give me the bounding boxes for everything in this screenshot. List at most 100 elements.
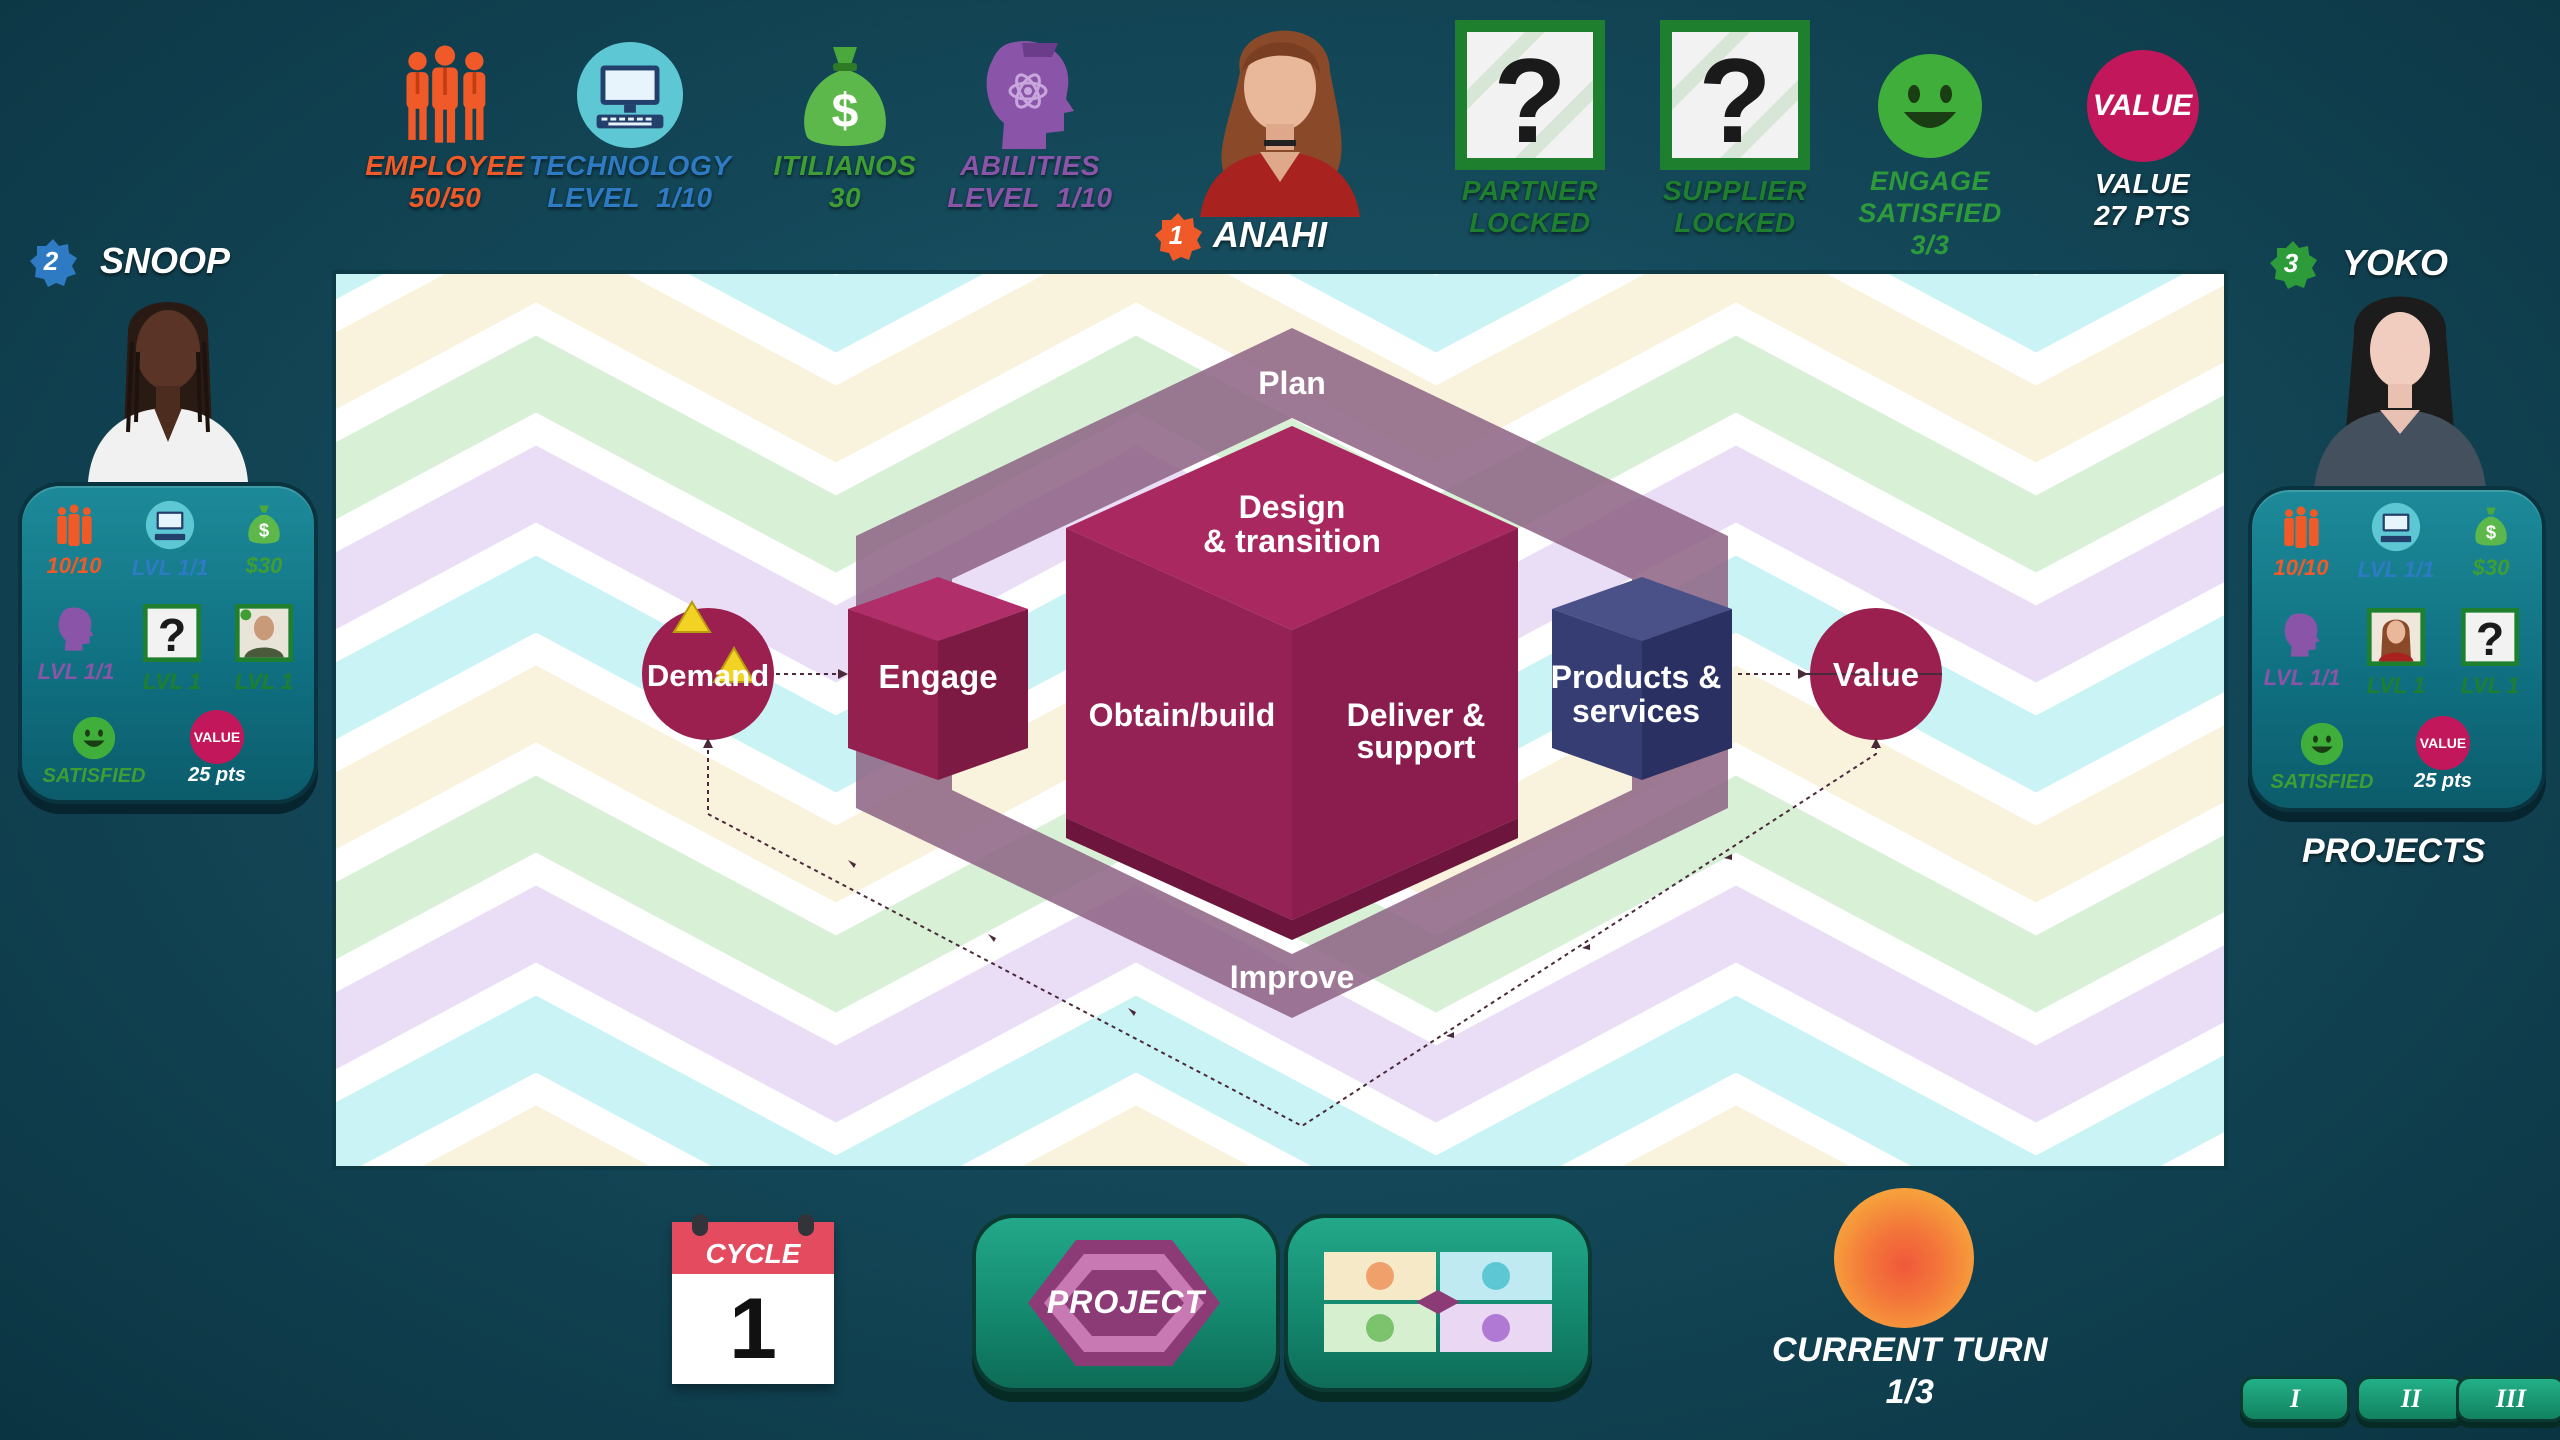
current-player: 1 ANAHI <box>1153 212 1327 261</box>
right-abilities-value: LVL 1/1 <box>2263 665 2341 690</box>
board-map-button[interactable] <box>1284 1214 1592 1392</box>
money-bag-icon: $ <box>790 40 900 150</box>
right-player-avatar <box>2300 284 2500 488</box>
computer-icon <box>145 500 195 550</box>
right-engage-value: SATISFIED <box>2270 771 2374 793</box>
phase-button-2[interactable]: II <box>2356 1376 2466 1422</box>
partner-locked-icon: ? <box>1455 20 1605 175</box>
plan-label: Plan <box>1258 365 1326 401</box>
products-label-line1: Products & <box>1551 659 1722 695</box>
left-player-number: 2 <box>43 245 59 276</box>
value-icon-text: VALUE <box>2092 89 2193 122</box>
right-supplier-value: LVL 1 <box>2460 673 2520 698</box>
right-abilities-cell: LVL 1/1 <box>2262 610 2342 691</box>
project-button[interactable]: PROJECT <box>972 1214 1280 1392</box>
current-turn-value: 1/3 <box>1885 1373 1935 1411</box>
value-icon: VALUE <box>2086 50 2199 162</box>
left-engage-value: SATISFIED <box>42 765 146 787</box>
project-button-label: PROJECT <box>1046 1284 1206 1320</box>
left-technology-cell: LVL 1/1 <box>128 500 212 581</box>
value-icon: VALUE <box>190 710 244 764</box>
left-money-value: $30 <box>245 553 283 578</box>
current-player-badge: 1 <box>1153 212 1202 261</box>
partner-value: LOCKED <box>1469 207 1591 238</box>
partner-avatar-icon <box>2367 608 2425 666</box>
itilianos-value: 30 <box>828 182 862 213</box>
design-label-line1: Design <box>1239 489 1346 525</box>
left-value-icon-text: VALUE <box>193 729 241 745</box>
computer-icon <box>2371 502 2421 552</box>
phase-button-1[interactable]: I <box>2240 1376 2350 1422</box>
value-stat: VALUE VALUE 27 PTS <box>2060 50 2225 232</box>
right-player-name: YOKO <box>2342 242 2449 283</box>
left-partner-cell[interactable]: ? LVL 1 <box>140 602 204 695</box>
svg-text:$: $ <box>259 519 269 540</box>
svg-text:?: ? <box>2476 613 2504 665</box>
right-money-value: $30 <box>2472 555 2510 580</box>
money-bag-icon: $ <box>2475 507 2507 546</box>
left-value-cell: VALUE 25 pts <box>172 710 262 787</box>
obtain-build-label: Obtain/build <box>1089 697 1276 733</box>
employees-icon <box>2284 506 2319 548</box>
right-value-points: 25 pts <box>2414 770 2472 792</box>
left-player-card[interactable]: 10/10 LVL 1/1 $ $30 LVL 1/1 ? LVL 1 LVL … <box>18 482 318 804</box>
computer-icon <box>575 40 685 150</box>
left-abilities-value: LVL 1/1 <box>37 659 115 684</box>
left-abilities-cell: LVL 1/1 <box>36 604 116 685</box>
svg-text:?: ? <box>1698 34 1771 168</box>
right-player-header: 3 YOKO <box>2268 240 2449 289</box>
right-employee-cell: 10/10 <box>2266 506 2336 581</box>
improve-label: Improve <box>1230 959 1354 995</box>
right-partner-cell[interactable]: LVL 1 <box>2364 606 2428 699</box>
left-supplier-cell[interactable]: LVL 1 <box>232 602 296 695</box>
brain-head-icon <box>975 40 1085 150</box>
engage-value: 3/3 <box>1910 230 1950 260</box>
smiley-icon <box>72 716 116 760</box>
deliver-label-line2: support <box>1356 729 1475 765</box>
supplier-avatar-icon <box>235 604 293 662</box>
svg-text:$: $ <box>832 85 859 138</box>
left-supplier-value: LVL 1 <box>234 669 294 694</box>
phase-button-3[interactable]: III <box>2456 1376 2560 1422</box>
value-label: VALUE <box>2094 168 2191 199</box>
current-turn-orb <box>1834 1188 1974 1328</box>
engage-stat: ENGAGE SATISFIED 3/3 <box>1845 52 2015 261</box>
right-player-card[interactable]: 10/10 LVL 1/1 $ $30 LVL 1/1 LVL 1 ? LVL … <box>2248 486 2546 812</box>
current-player-avatar <box>1180 12 1380 217</box>
right-value-cell: VALUE 25 pts <box>2398 716 2488 793</box>
svg-text:?: ? <box>1493 34 1566 168</box>
partner-locked-icon: ? <box>143 604 201 662</box>
technology-value: LEVEL 1/10 <box>547 182 713 213</box>
products-label-line2: services <box>1572 693 1700 729</box>
cycle-calendar: CYCLE 1 <box>672 1214 834 1384</box>
calendar-ring-icon <box>692 1214 708 1236</box>
right-technology-cell: LVL 1/1 <box>2354 502 2438 583</box>
left-partner-value: LVL 1 <box>142 669 202 694</box>
left-player-badge: 2 <box>28 238 77 287</box>
left-technology-value: LVL 1/1 <box>131 555 209 580</box>
brain-head-icon <box>2284 613 2320 657</box>
game-board[interactable]: Plan Design & transition Obtain/build De… <box>332 270 2228 1170</box>
right-player-number: 3 <box>2283 247 2299 278</box>
left-player-name: SNOOP <box>100 240 231 281</box>
smiley-icon <box>1876 52 1984 165</box>
supplier-label: SUPPLIER <box>1662 175 1808 206</box>
projects-label[interactable]: PROJECTS <box>2302 832 2485 871</box>
employee-label: EMPLOYEE <box>365 150 525 181</box>
calendar-ring-icon <box>798 1214 814 1236</box>
left-employee-value: 10/10 <box>46 553 102 578</box>
right-partner-value: LVL 1 <box>2366 673 2426 698</box>
employees-icon <box>390 40 500 150</box>
cycle-label: CYCLE <box>705 1238 801 1269</box>
smiley-icon <box>2300 722 2344 766</box>
left-employee-cell: 10/10 <box>44 504 104 579</box>
right-money-cell: $ $30 <box>2458 502 2524 581</box>
abilities-value: LEVEL 1/10 <box>947 182 1113 213</box>
right-engage-cell: SATISFIED <box>2270 722 2374 794</box>
right-supplier-cell[interactable]: ? LVL 1 <box>2458 606 2522 699</box>
value-label: Value <box>1833 656 1919 693</box>
left-value-points: 25 pts <box>188 764 246 786</box>
engage-label: ENGAGE <box>1869 166 1991 196</box>
current-turn-label: CURRENT TURN <box>1771 1331 2049 1369</box>
svg-text:$: $ <box>2486 521 2496 542</box>
